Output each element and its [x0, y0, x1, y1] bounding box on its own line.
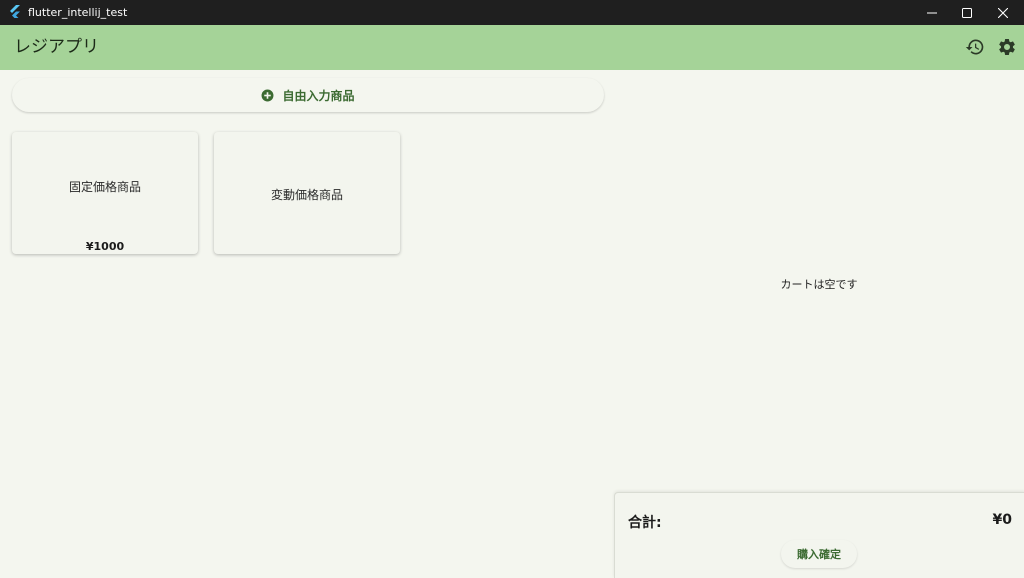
close-icon: [998, 7, 1008, 18]
free-input-button[interactable]: 自由入力商品: [12, 78, 604, 112]
app-window: flutter_intellij_test レジアプリ 自由入力商品 固定価格商…: [0, 0, 1024, 578]
product-card-variable[interactable]: 変動価格商品: [214, 132, 400, 254]
cart-summary: 合計: ¥0 購入確定: [614, 492, 1024, 578]
product-card-fixed[interactable]: 固定価格商品 ¥1000: [12, 132, 198, 254]
confirm-purchase-button[interactable]: 購入確定: [781, 540, 857, 568]
free-input-label: 自由入力商品: [282, 88, 355, 103]
product-name: 変動価格商品: [270, 188, 343, 202]
window-title: flutter_intellij_test: [28, 6, 128, 19]
minimize-icon: [927, 12, 937, 13]
product-price: ¥1000: [85, 240, 125, 253]
flutter-icon: [10, 5, 20, 18]
settings-button[interactable]: [996, 36, 1018, 58]
page-title: レジアプリ: [14, 37, 99, 57]
window-titlebar: flutter_intellij_test: [0, 0, 1024, 25]
history-button[interactable]: [964, 36, 986, 58]
add-circle-icon: [262, 89, 274, 101]
maximize-icon: [962, 7, 972, 18]
total-value: ¥0: [992, 512, 1012, 528]
product-name: 固定価格商品: [68, 180, 141, 194]
gear-icon: [999, 38, 1015, 55]
total-label: 合計:: [628, 515, 662, 531]
app-bar: レジアプリ: [0, 25, 1024, 70]
close-button[interactable]: [981, 0, 1024, 25]
cart-empty-message: カートは空です: [780, 278, 858, 291]
history-icon: [965, 39, 984, 55]
